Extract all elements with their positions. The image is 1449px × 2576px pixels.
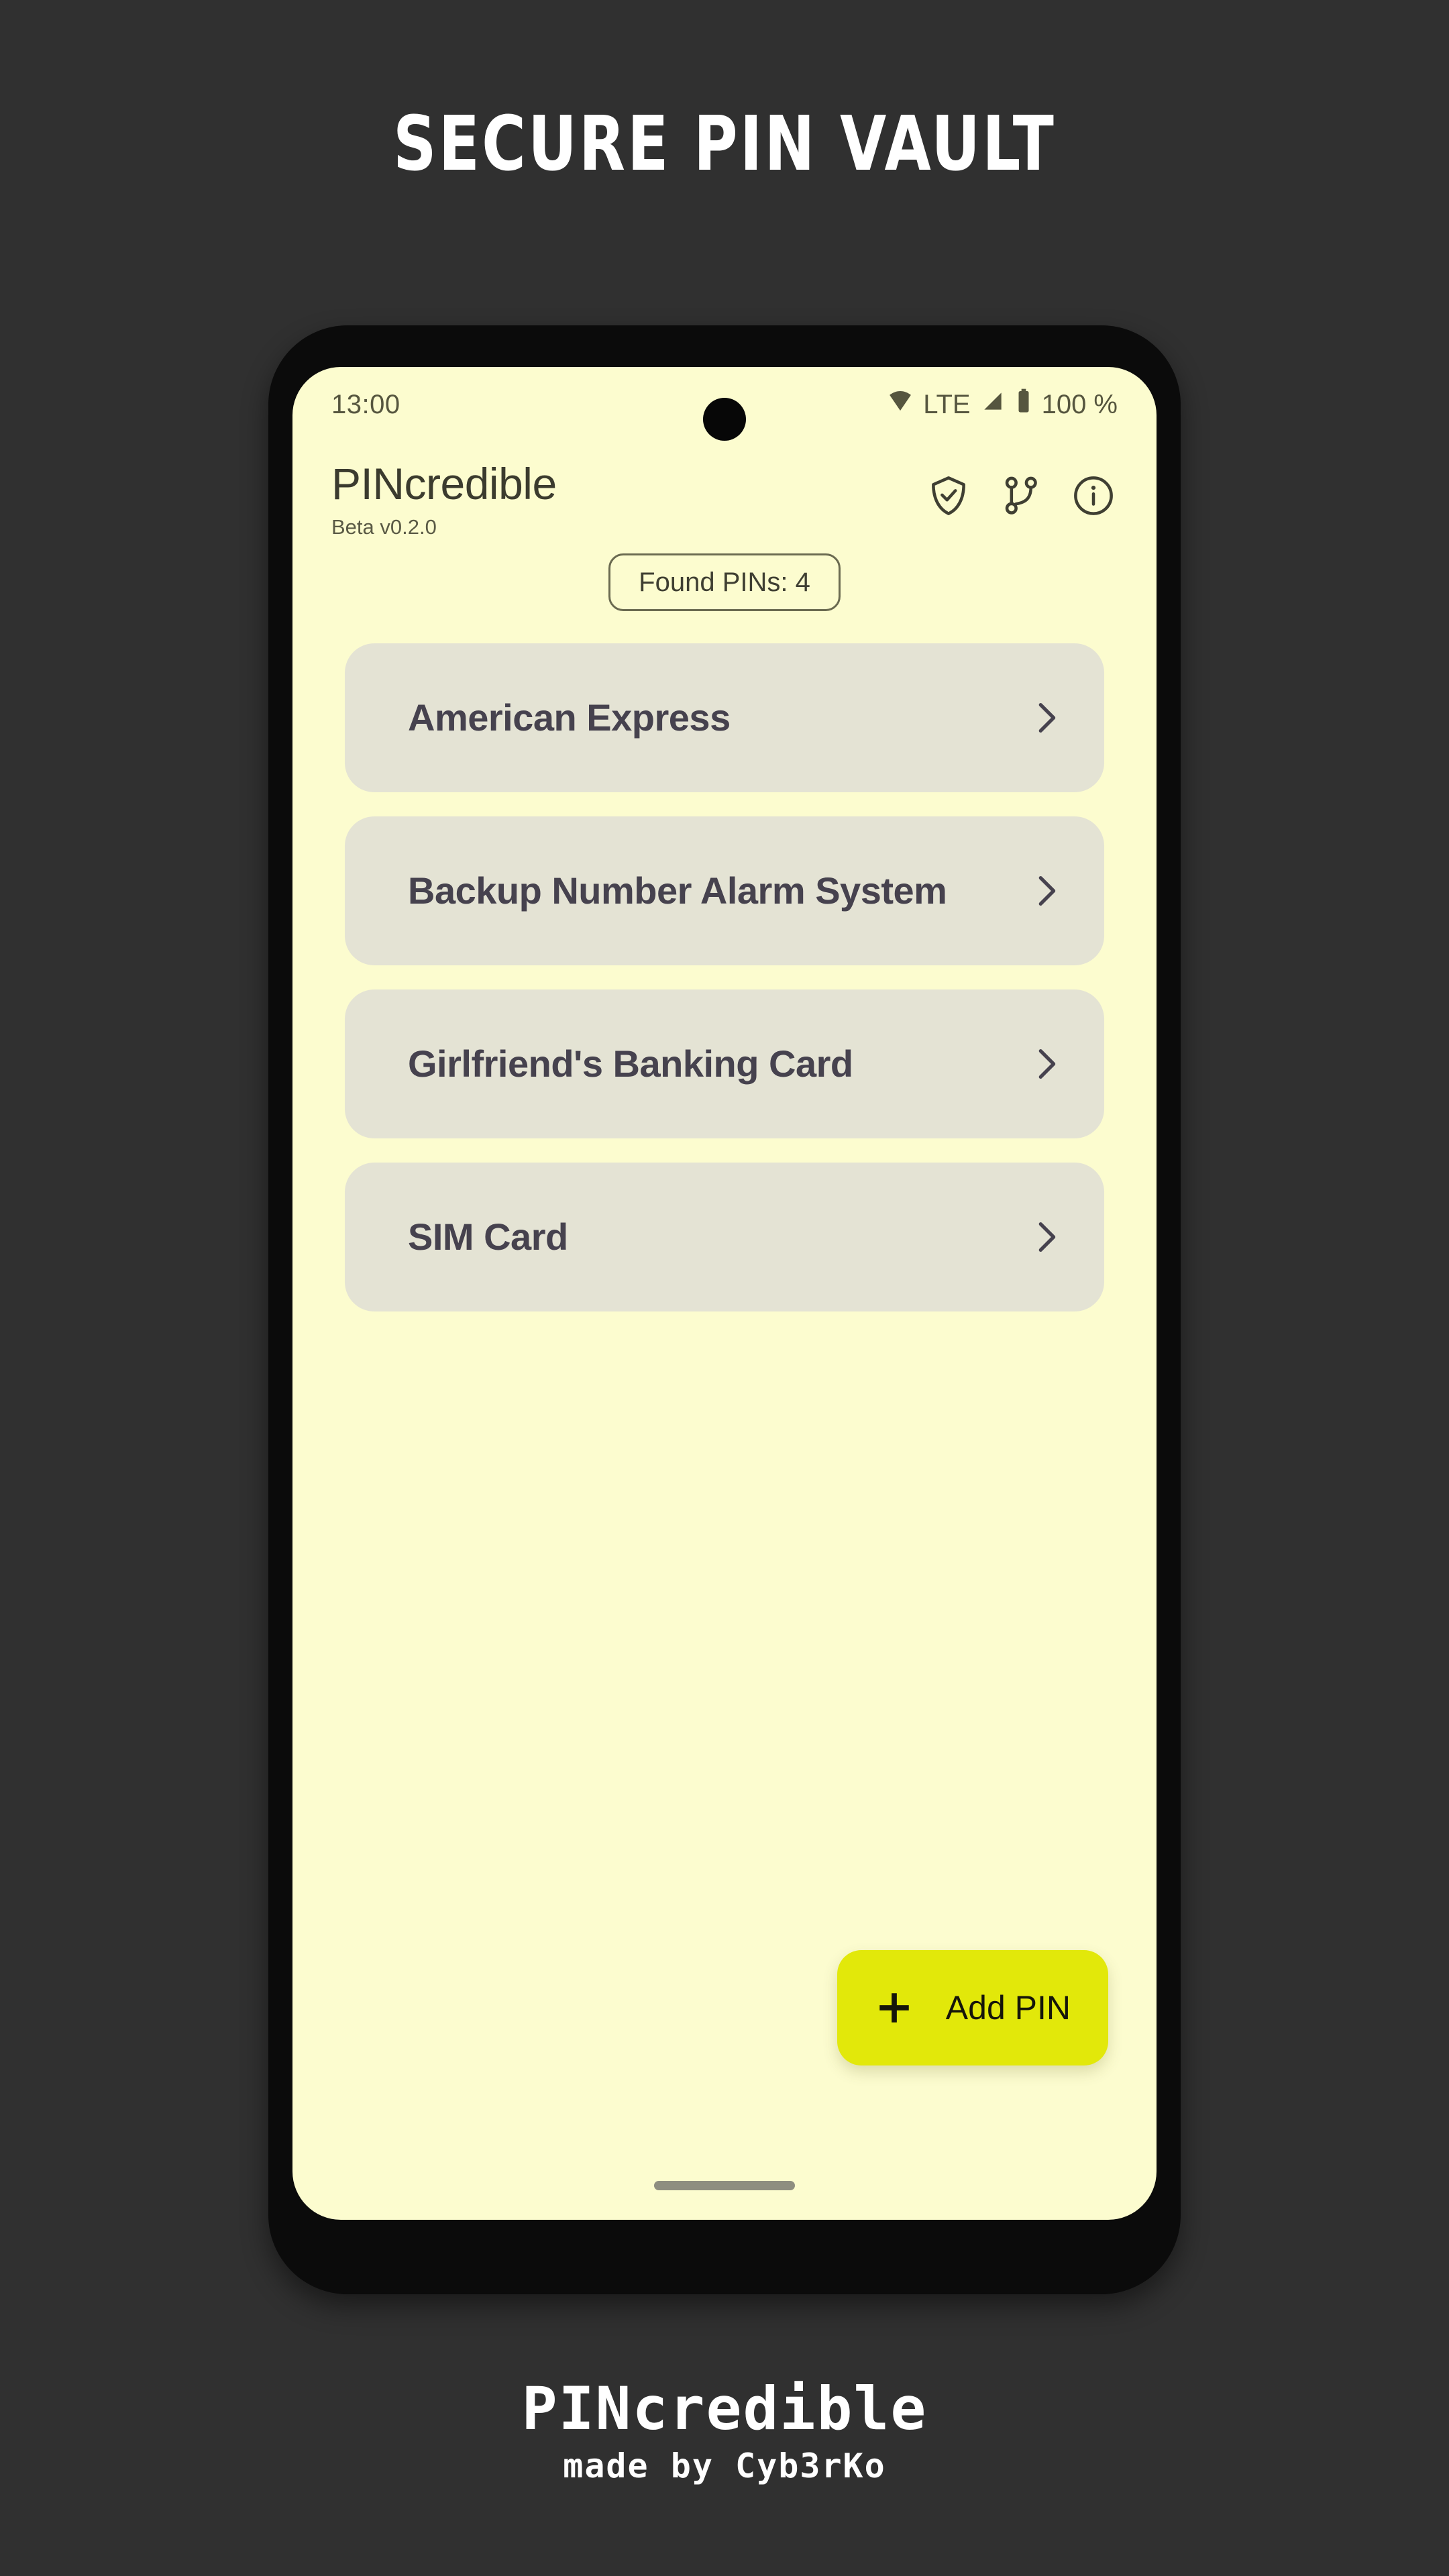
- gesture-bar[interactable]: [654, 2181, 795, 2190]
- found-pins-chip[interactable]: Found PINs: 4: [608, 553, 841, 611]
- phone-frame: 13:00 LTE 100 % PINcredible Beta v0.2.0 …: [268, 325, 1181, 2294]
- shield-check-icon[interactable]: [924, 472, 973, 520]
- footer: PINcredible made by Cyb3rKo: [0, 2374, 1449, 2486]
- pin-title: Girlfriend's Banking Card: [408, 1042, 853, 1085]
- chevron-right-icon: [1025, 1043, 1067, 1085]
- footer-author: made by Cyb3rKo: [563, 2447, 886, 2486]
- network-type-label: LTE: [923, 389, 971, 419]
- list-item[interactable]: Backup Number Alarm System: [345, 816, 1104, 965]
- page-title: SECURE PIN VAULT: [392, 101, 1057, 188]
- list-item[interactable]: Girlfriend's Banking Card: [345, 989, 1104, 1138]
- phone-screen: 13:00 LTE 100 % PINcredible Beta v0.2.0 …: [292, 367, 1157, 2220]
- battery-percent-label: 100 %: [1041, 389, 1118, 419]
- chevron-right-icon: [1025, 870, 1067, 912]
- app-bar-actions: [924, 472, 1118, 520]
- app-bar: PINcredible Beta v0.2.0: [292, 442, 1157, 539]
- list-item[interactable]: SIM Card: [345, 1163, 1104, 1311]
- footer-app-name: PINcredible: [521, 2374, 928, 2443]
- camera-punch-hole: [703, 398, 746, 441]
- pin-title: SIM Card: [408, 1215, 568, 1258]
- pin-title: Backup Number Alarm System: [408, 869, 947, 912]
- wifi-icon: [887, 388, 914, 421]
- chevron-right-icon: [1025, 1216, 1067, 1258]
- app-version: Beta v0.2.0: [331, 515, 437, 539]
- status-bar-indicators: LTE 100 %: [887, 388, 1118, 421]
- pin-title: American Express: [408, 696, 731, 739]
- status-bar-time: 13:00: [331, 389, 400, 419]
- git-branch-icon[interactable]: [997, 472, 1045, 520]
- app-bar-titles: PINcredible Beta v0.2.0: [331, 459, 924, 539]
- chevron-right-icon: [1025, 697, 1067, 739]
- list-item[interactable]: American Express: [345, 643, 1104, 792]
- pin-list: American Express Backup Number Alarm Sys…: [345, 643, 1104, 1311]
- add-pin-label: Add PIN: [945, 1989, 1071, 2027]
- battery-icon: [1015, 388, 1032, 421]
- signal-icon: [980, 388, 1006, 421]
- add-pin-button[interactable]: Add PIN: [837, 1950, 1108, 2065]
- info-circle-icon[interactable]: [1069, 472, 1118, 520]
- found-pins-chip-row: Found PINs: 4: [292, 553, 1157, 611]
- plus-icon: [875, 1988, 914, 2027]
- app-name: PINcredible: [331, 459, 557, 508]
